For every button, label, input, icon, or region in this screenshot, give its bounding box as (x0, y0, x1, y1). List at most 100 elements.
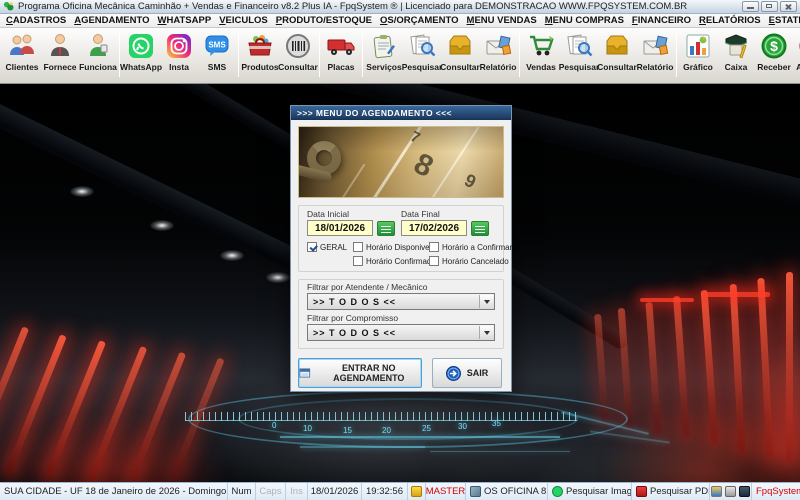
lock-icon (411, 486, 422, 497)
horario-cancelado-checkbox[interactable]: Horário Cancelado (429, 256, 512, 266)
relatorio-vendas-button[interactable]: Relatório (636, 29, 674, 81)
menu-whatsapp[interactable]: WHATSAPP (154, 15, 216, 26)
data-inicial-calendar-button[interactable] (377, 220, 395, 236)
clientes-button[interactable]: Clientes (3, 29, 41, 81)
restore-button[interactable] (761, 1, 778, 12)
gauge-number: 20 (382, 426, 391, 435)
menu-relatorios[interactable]: RELATÓRIOS (695, 15, 765, 26)
horario-confirmado-checkbox[interactable]: Horário Confirmado (353, 256, 436, 266)
menu-estatistica[interactable]: ESTATISTICA (765, 15, 800, 26)
close-button[interactable] (780, 1, 797, 12)
supplier-icon (48, 31, 72, 61)
menu-os-orcamento[interactable]: OS/ORÇAMENTO (376, 15, 462, 26)
vendas-button[interactable]: Vendas (522, 29, 560, 81)
dialog-titlebar[interactable]: >>> MENU DO AGENDAMENTO <<< (291, 106, 511, 120)
chevron-down-icon[interactable] (479, 295, 493, 308)
menu-vendas[interactable]: MENU VENDAS (463, 15, 541, 26)
horario-a-confirmar-checkbox[interactable]: Horário a Confirmar (429, 242, 512, 252)
printer-icon[interactable] (725, 486, 736, 497)
ceiling-light (70, 186, 94, 197)
ceiling-light (150, 220, 174, 231)
receber-button[interactable]: $ Receber (755, 29, 793, 81)
red-light-bar (706, 292, 770, 297)
consultar-servicos-button[interactable]: Consultar (440, 29, 480, 81)
chevron-down-icon[interactable] (479, 326, 493, 339)
placas-button[interactable]: Placas (322, 29, 360, 81)
grafico-button[interactable]: Gráfico (679, 29, 717, 81)
ceiling-light (220, 250, 244, 261)
gauge-number: 25 (422, 424, 431, 433)
window-icon (299, 368, 311, 378)
clipboard-icon (371, 31, 397, 61)
tray-icon (603, 31, 631, 61)
geral-checkbox[interactable]: GERAL (307, 242, 353, 252)
gauge-number: 15 (343, 426, 352, 435)
toolbar-separator (676, 33, 677, 77)
funcionarios-button[interactable]: Funciona (79, 29, 117, 81)
filtro-atendente-label: Filtrar por Atendente / Mecânico (307, 282, 428, 292)
whatsapp-button[interactable]: WhatsApp (120, 29, 162, 81)
gauge-number: 10 (303, 424, 312, 433)
dollar-green-icon: $ (760, 31, 788, 61)
minimize-button[interactable] (742, 1, 759, 12)
agendamento-dialog: >>> MENU DO AGENDAMENTO <<< 7 8 9 (290, 105, 512, 392)
employee-icon (86, 31, 110, 61)
status-user: MASTER (426, 483, 466, 500)
workspace-background: 0 10 15 20 25 30 35 >>> MENU DO AGENDAME… (0, 84, 800, 482)
monitor-icon[interactable] (739, 486, 750, 497)
app-window: Programa Oficina Mecânica Caminhão + Ven… (0, 0, 800, 500)
apagar-button[interactable]: $ A Pagar (793, 29, 800, 81)
data-final-label: Data Final (401, 209, 440, 219)
pesquisar-vendas-button[interactable]: Pesquisar (559, 29, 599, 81)
relatorio-servicos-button[interactable]: Relatório (479, 29, 517, 81)
titlebar: Programa Oficina Mecânica Caminhão + Ven… (0, 0, 800, 14)
hologram-line (300, 446, 425, 448)
instagram-button[interactable]: Insta (160, 29, 198, 81)
search-images-button[interactable]: Pesquisar Imagens (548, 483, 632, 500)
window-title: Programa Oficina Mecânica Caminhão + Ven… (18, 1, 688, 12)
entrar-agendamento-button[interactable]: ENTRAR NO AGENDAMENTO (298, 358, 422, 388)
calendar-photo: 7 8 9 (298, 126, 504, 198)
instagram-icon (166, 31, 192, 61)
svg-text:SMS: SMS (208, 41, 226, 50)
menu-compras[interactable]: MENU COMPRAS (541, 15, 628, 26)
menubar: CADASTROS AGENDAMENTO WHATSAPP VEICULOS … (0, 14, 800, 28)
red-light-bar (640, 298, 694, 302)
menu-agendamento[interactable]: AGENDAMENTO (70, 15, 153, 26)
data-inicial-input[interactable] (307, 220, 373, 236)
status-date: 18/01/2026 (308, 483, 362, 500)
consultar-vendas-button[interactable]: Consultar (597, 29, 637, 81)
folder-icon[interactable] (711, 486, 722, 497)
status-tools (710, 483, 752, 500)
toolbar-separator (319, 33, 320, 77)
search-pdf-button[interactable]: Pesquisar PDF (632, 483, 710, 500)
servicos-button[interactable]: Serviços (365, 29, 403, 81)
toolbar-separator (519, 33, 520, 77)
whatsapp-icon (128, 31, 154, 61)
fornecedores-button[interactable]: Fornece (41, 29, 79, 81)
status-lock-cell (408, 483, 426, 500)
menu-produto-estoque[interactable]: PRODUTO/ESTOQUE (272, 15, 376, 26)
status-capslock: Caps (256, 483, 286, 500)
caixa-button[interactable]: Caixa (717, 29, 755, 81)
pdf-icon (636, 486, 647, 497)
cart-icon (527, 31, 555, 61)
menu-cadastros[interactable]: CADASTROS (2, 15, 70, 26)
menu-veiculos[interactable]: VEICULOS (215, 15, 272, 26)
sms-button[interactable]: SMS SMS (198, 29, 236, 81)
status-numlock: Num (228, 483, 256, 500)
data-final-input[interactable] (401, 220, 467, 236)
svg-text:$: $ (770, 38, 778, 54)
horario-disponivel-checkbox[interactable]: Horário Disponivel (353, 242, 431, 252)
status-time: 19:32:56 (362, 483, 408, 500)
consultar-produtos-button[interactable]: Consultar (278, 29, 318, 81)
produtos-button[interactable]: Produtos (241, 29, 279, 81)
data-final-calendar-button[interactable] (471, 220, 489, 236)
sair-button[interactable]: SAIR (432, 358, 502, 388)
filtro-atendente-select[interactable]: >> T O D O S << (307, 293, 495, 310)
system-icon (470, 486, 481, 497)
menu-financeiro[interactable]: FINANCEIRO (628, 15, 695, 26)
filtro-compromisso-select[interactable]: >> T O D O S << (307, 324, 495, 341)
report-envelope-icon (484, 31, 512, 61)
pesquisar-servicos-button[interactable]: Pesquisar (402, 29, 442, 81)
